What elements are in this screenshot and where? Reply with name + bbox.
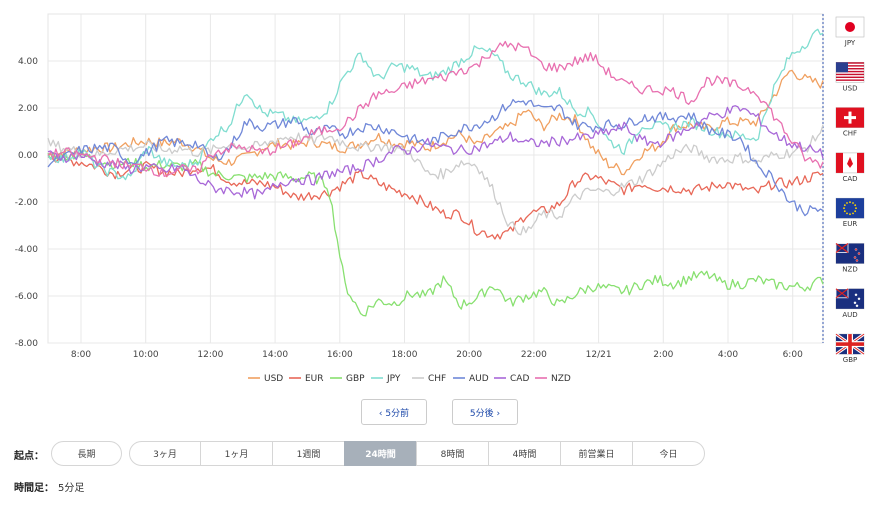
x-tick-label: 6:00 — [783, 350, 803, 360]
prev-5min-button[interactable]: ‹ 5分前 — [361, 399, 427, 425]
flag-cad-icon[interactable] — [835, 152, 865, 174]
y-tick-label: -2.00 — [15, 198, 39, 208]
timeframe-label: 時間足： — [14, 483, 54, 494]
flag-chf-icon[interactable] — [835, 107, 865, 128]
flag-label-jpy: JPY — [844, 39, 856, 47]
plot-area — [47, 13, 824, 344]
x-tick-label: 10:00 — [133, 350, 159, 360]
x-tick-label: 14:00 — [262, 350, 288, 360]
period-button-long[interactable]: 長期 — [51, 441, 122, 466]
start-point-label: 起点： — [14, 451, 44, 462]
flag-label-aud: AUD — [842, 311, 857, 319]
period-button-3m[interactable]: 3ヶ月 — [129, 441, 201, 466]
x-tick-label: 22:00 — [521, 350, 547, 360]
x-tick-label: 12:00 — [197, 350, 223, 360]
y-tick-label: -4.00 — [15, 245, 39, 255]
period-button-1m[interactable]: 1ヶ月 — [200, 441, 273, 466]
x-tick-label: 4:00 — [718, 350, 738, 360]
x-tick-label: 2:00 — [653, 350, 673, 360]
legend-label-usd: USD — [264, 374, 283, 384]
period-button-4h[interactable]: 4時間 — [488, 441, 561, 466]
flag-label-nzd: NZD — [842, 266, 857, 274]
y-tick-label: 4.00 — [18, 57, 38, 67]
currency-strength-chart: 4.00 2.00 0.00 -2.00 -4.00 -6.00 -8.00 8:00 10:0… — [15, 13, 865, 384]
y-tick-label: 0.00 — [18, 151, 38, 161]
x-tick-label: 12/21 — [586, 350, 612, 360]
flag-label-eur: EUR — [843, 220, 858, 228]
x-tick-label: 18:00 — [392, 350, 418, 360]
series-line-cad — [47, 105, 824, 200]
x-tick-label: 8:00 — [71, 350, 91, 360]
timeframe-value: 5分足 — [58, 483, 85, 494]
flag-gbp-icon[interactable] — [835, 332, 865, 356]
legend-label-jpy: JPY — [386, 374, 401, 384]
flag-aud-icon[interactable] — [835, 288, 865, 310]
legend-label-aud: AUD — [469, 374, 489, 384]
y-tick-label: -8.00 — [15, 339, 39, 349]
flag-label-usd: USD — [843, 84, 858, 92]
flag-usd-icon[interactable] — [835, 61, 865, 83]
flag-label-gbp: GBP — [843, 356, 857, 364]
next-5min-button[interactable]: 5分後 › — [452, 399, 518, 425]
y-tick-label: -6.00 — [15, 292, 39, 302]
period-button-1w[interactable]: 1週間 — [272, 441, 345, 466]
x-tick-label: 20:00 — [456, 350, 482, 360]
flag-label-cad: CAD — [842, 175, 857, 183]
flag-nzd-icon[interactable] — [835, 243, 865, 264]
legend-label-eur: EUR — [305, 374, 324, 384]
flag-eur-icon[interactable] — [835, 197, 865, 219]
legend-label-cad: CAD — [510, 374, 529, 384]
flag-jpy-icon[interactable] — [835, 16, 865, 38]
legend-label-chf: CHF — [428, 374, 446, 384]
series-line-chf — [47, 124, 824, 236]
period-button-8h[interactable]: 8時間 — [416, 441, 489, 466]
period-button-today[interactable]: 今日 — [632, 441, 705, 466]
x-tick-label: 16:00 — [327, 350, 353, 360]
period-button-prev-business-day[interactable]: 前営業日 — [560, 441, 633, 466]
legend-label-nzd: NZD — [551, 374, 571, 384]
y-tick-label: 2.00 — [18, 104, 38, 114]
flag-label-chf: CHF — [843, 130, 857, 138]
period-button-24h[interactable]: 24時間 — [344, 441, 417, 466]
legend-label-gbp: GBP — [346, 374, 365, 384]
